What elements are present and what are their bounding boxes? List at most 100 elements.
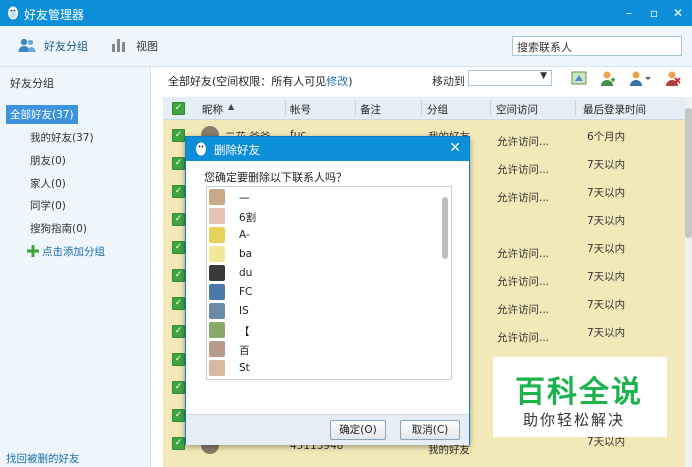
close-icon[interactable]: ✕ [449, 140, 461, 156]
cell-last-login: 7天以内 [587, 215, 626, 227]
column-divider [490, 100, 491, 116]
cell-last-login: 7天以内 [587, 327, 626, 339]
row-checkbox[interactable]: ✓ [172, 381, 185, 394]
sort-up-icon: ▲ [228, 102, 235, 111]
select-all-checkbox[interactable]: ✓ [172, 102, 185, 115]
view-tab[interactable]: 视图 [136, 38, 158, 54]
watermark-title: 百科全说 [515, 375, 643, 410]
col-group[interactable]: 分组 [427, 102, 448, 117]
column-divider [285, 100, 286, 116]
add-friend-icon[interactable] [600, 70, 616, 86]
search-input[interactable]: 搜索联系人 [512, 36, 682, 56]
ok-button[interactable]: 确定(O) [330, 420, 386, 440]
row-checkbox[interactable]: ✓ [172, 437, 185, 450]
avatar [209, 322, 225, 338]
list-item: FC [207, 282, 437, 303]
maximize-button[interactable]: ▫ [645, 4, 663, 22]
sidebar-item-all-friends[interactable]: 全部好友(37) [6, 105, 78, 124]
dialog-question: 您确定要删除以下联系人吗？ [204, 171, 347, 184]
header-prefix: 全部好友(空间权限：所有人可见 [168, 75, 327, 88]
avatar [209, 341, 225, 357]
plus-icon [27, 245, 39, 257]
list-item: St [207, 358, 437, 379]
cell-space: 允许访问... [497, 304, 550, 316]
row-checkbox[interactable]: ✓ [172, 297, 185, 310]
contact-name: FC [239, 286, 253, 298]
bar-chart-icon [112, 39, 125, 52]
user-options-icon[interactable] [629, 70, 651, 86]
row-checkbox[interactable]: ✓ [172, 157, 185, 170]
dialog-footer: 确定(O) 取消(C) [186, 414, 469, 445]
list-scrollbar-thumb[interactable] [442, 197, 448, 259]
export-icon[interactable] [571, 70, 587, 86]
cell-last-login: 7天以内 [587, 159, 626, 171]
contact-name: IS [239, 305, 249, 317]
cell-space: 允许访问... [497, 276, 550, 288]
add-group-link[interactable]: 点击添加分组 [42, 244, 105, 259]
sidebar-item-classmates[interactable]: 同学(0) [30, 198, 66, 213]
modify-permission-link[interactable]: 修改 [326, 75, 348, 88]
sidebar-title: 好友分组 [10, 77, 54, 90]
cell-space: 允许访问... [497, 248, 550, 260]
avatar [209, 208, 225, 224]
friend-groups-tab[interactable]: 好友分组 [44, 38, 88, 54]
cell-last-login: 7天以内 [587, 187, 626, 199]
list-item: du [207, 263, 437, 284]
table-scrollbar-thumb[interactable] [685, 108, 692, 238]
contact-name: 6割 [239, 212, 257, 224]
col-last-login[interactable]: 最后登录时间 [583, 102, 646, 117]
cell-last-login: 7天以内 [587, 243, 626, 255]
header-suffix: ) [348, 75, 353, 88]
delete-friend-dialog: 删除好友 ✕ 您确定要删除以下联系人吗？ 一 6割 A- ba du FC IS… [185, 136, 470, 445]
contact-name: 【 [239, 326, 250, 338]
move-to-select[interactable]: ▼ [468, 70, 552, 86]
minimize-button[interactable]: – [620, 4, 638, 22]
col-account[interactable]: 帐号 [290, 102, 311, 117]
sidebar-item-sogou[interactable]: 搜狗指南(0) [30, 221, 87, 236]
dialog-title-bar: 删除好友 ✕ [186, 137, 469, 161]
list-item: 一 [207, 187, 437, 208]
sidebar-item-my-friends[interactable]: 我的好友(37) [30, 130, 94, 145]
avatar [209, 303, 225, 319]
avatar [209, 246, 225, 262]
contact-name: 一 [239, 193, 250, 205]
friends-header: 全部好友(空间权限：所有人可见修改) [168, 73, 353, 89]
dialog-title: 删除好友 [214, 143, 260, 157]
avatar [209, 284, 225, 300]
list-item: 6割 [207, 206, 437, 227]
sidebar-item-family[interactable]: 家人(0) [30, 176, 66, 191]
row-checkbox[interactable]: ✓ [172, 353, 185, 366]
cell-space: 允许访问... [497, 332, 550, 344]
table-header: ✓ 昵称 ▲ 帐号 备注 分组 空间访问 最后登录时间 [163, 97, 685, 120]
find-deleted-friends-link[interactable]: 找回被删的好友 [6, 451, 80, 466]
chevron-down-icon: ▼ [540, 71, 547, 81]
close-button[interactable]: ✕ [669, 4, 687, 22]
contact-list[interactable]: 一 6割 A- ba du FC IS 【 百 St [206, 186, 452, 380]
row-checkbox[interactable]: ✓ [172, 185, 185, 198]
col-nickname[interactable]: 昵称 [202, 102, 223, 117]
list-item: 【 [207, 320, 437, 341]
contact-name: A- [239, 229, 250, 241]
users-icon [18, 38, 36, 52]
cell-space: 允许访问... [497, 192, 550, 204]
qq-penguin-icon [196, 142, 206, 156]
row-checkbox[interactable]: ✓ [172, 129, 185, 142]
list-item: 百 [207, 339, 437, 360]
row-checkbox[interactable]: ✓ [172, 269, 185, 282]
row-checkbox[interactable]: ✓ [172, 213, 185, 226]
title-bar: 好友管理器 – ▫ ✕ [0, 0, 692, 26]
column-divider [421, 100, 422, 116]
row-checkbox[interactable]: ✓ [172, 241, 185, 254]
avatar [209, 360, 225, 376]
cancel-button[interactable]: 取消(C) [400, 420, 460, 440]
avatar [209, 227, 225, 243]
watermark-logo: 百科全说 助你轻松解决 [493, 357, 667, 437]
row-checkbox[interactable]: ✓ [172, 325, 185, 338]
contact-name: du [239, 267, 253, 279]
sidebar-item-friends[interactable]: 朋友(0) [30, 153, 66, 168]
delete-friend-icon[interactable] [665, 70, 681, 86]
row-checkbox[interactable]: ✓ [172, 409, 185, 422]
list-item: A- [207, 225, 437, 246]
col-space-access[interactable]: 空间访问 [496, 102, 538, 117]
col-note[interactable]: 备注 [360, 102, 381, 117]
